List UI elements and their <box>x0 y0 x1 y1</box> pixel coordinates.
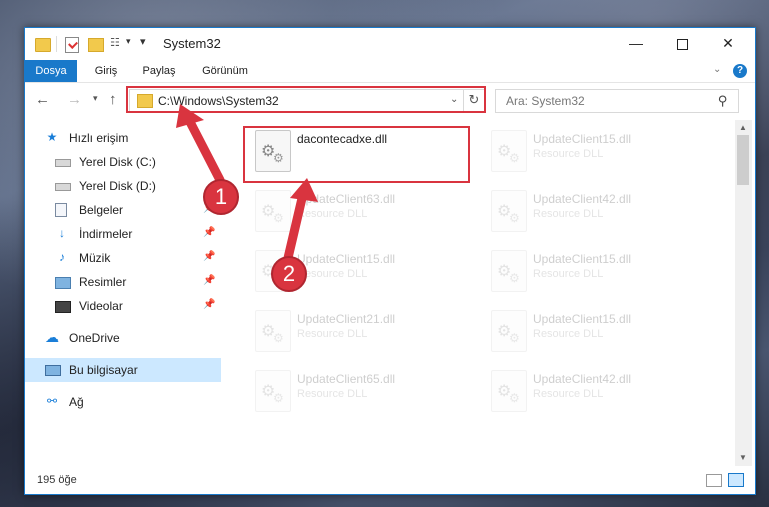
arrow-1-shaft <box>183 113 225 185</box>
arrow-2-shaft <box>283 189 308 263</box>
arrow-2-head <box>290 178 318 202</box>
arrow-1 <box>176 104 225 185</box>
step-badge-1: 1 <box>203 179 239 215</box>
step-badge-2: 2 <box>271 256 307 292</box>
annotation-overlay <box>176 104 318 263</box>
arrow-2 <box>283 178 318 263</box>
